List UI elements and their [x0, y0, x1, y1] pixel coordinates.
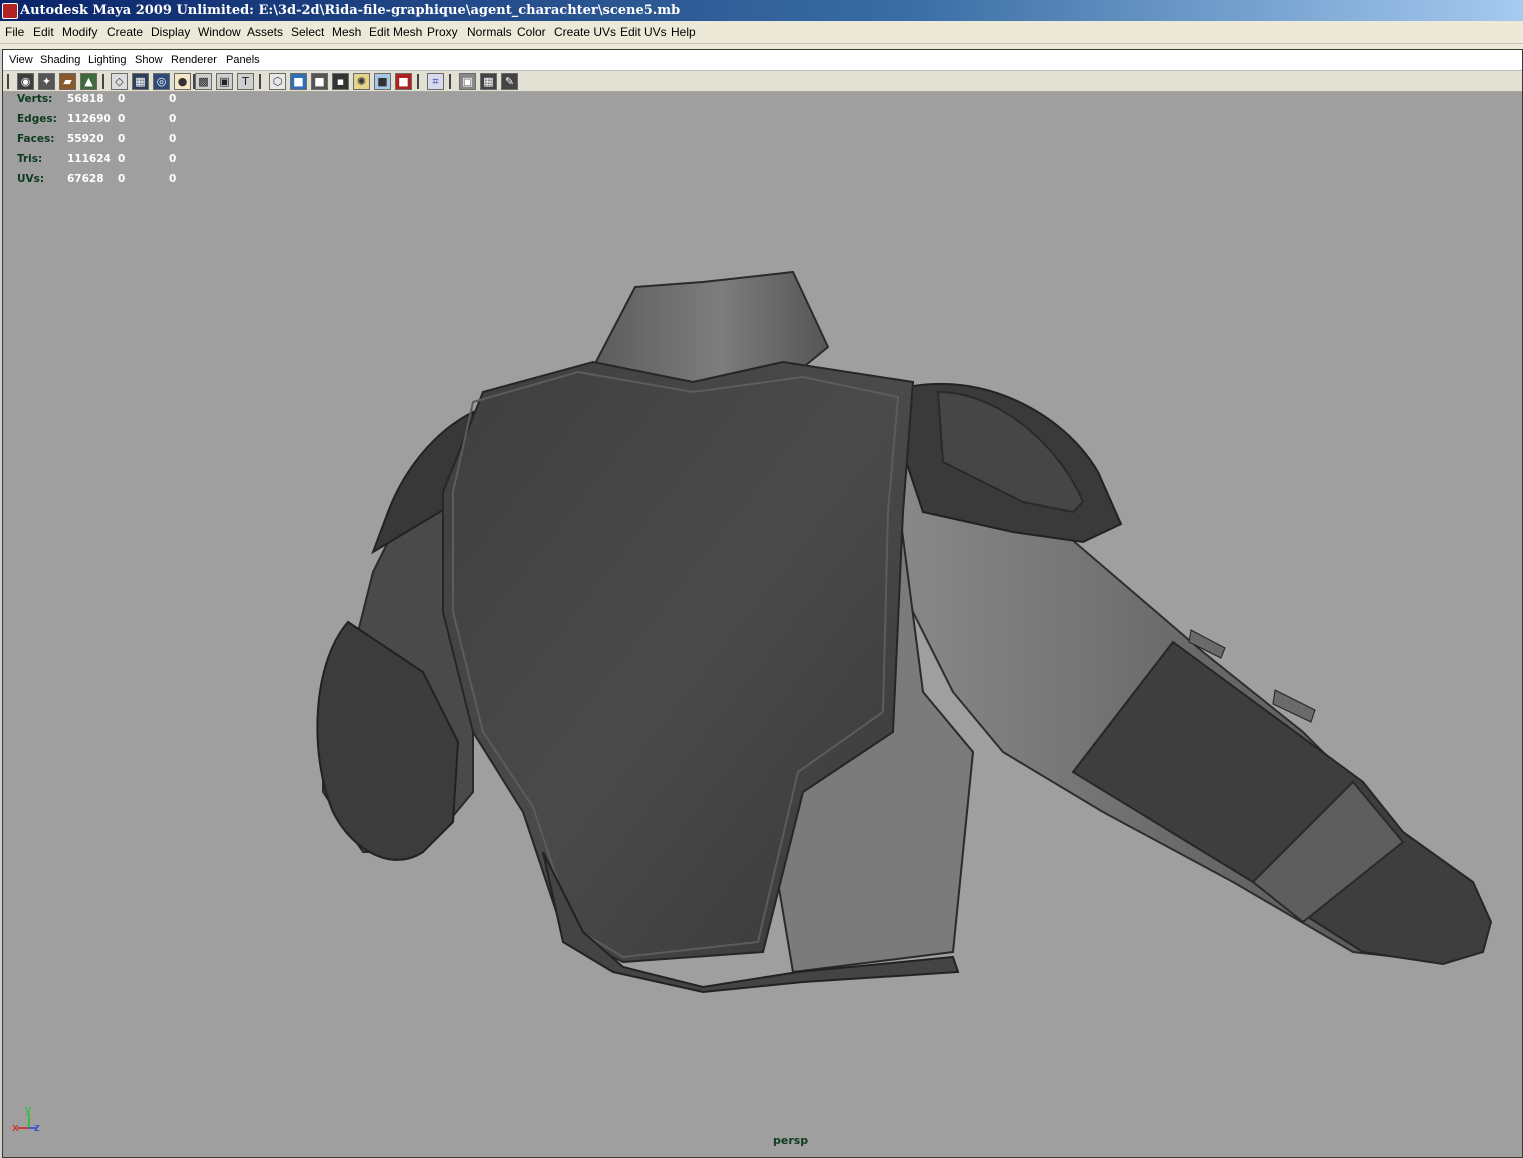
- forearm-guard: [1071, 640, 1493, 966]
- isolate-select-icon[interactable]: ⌗: [427, 73, 444, 90]
- frame-all-icon[interactable]: ▣: [459, 73, 476, 90]
- textured-icon[interactable]: ■: [395, 73, 412, 90]
- menu-window[interactable]: Window: [197, 21, 242, 43]
- bounding-box-icon[interactable]: ▪: [332, 73, 349, 90]
- menu-edit[interactable]: Edit: [32, 21, 55, 43]
- film-gate-icon[interactable]: ▦: [132, 73, 149, 90]
- main-menu-bar: File Edit Modify Create Display Window A…: [0, 21, 1523, 44]
- persp-panel: View Shading Lighting Show Renderer Pane…: [2, 49, 1523, 1158]
- gate-mask-icon[interactable]: ●: [174, 73, 191, 90]
- panel-toolbar: ◉ ✦ ▰ ▲ ◇ ▦ ◎ ● ▩ ▣ T ⬡ ■ ■ ▪ ✺ ■ ■ ⌗ ▣ …: [3, 71, 1522, 92]
- menu-normals[interactable]: Normals: [466, 21, 513, 43]
- panel-menu-bar: View Shading Lighting Show Renderer Pane…: [3, 50, 1522, 71]
- lights-icon[interactable]: ✺: [353, 73, 370, 90]
- panel-menu-renderer[interactable]: Renderer: [171, 50, 217, 70]
- menu-file[interactable]: File: [4, 21, 25, 43]
- safe-title-icon[interactable]: T: [237, 73, 254, 90]
- menu-assets[interactable]: Assets: [246, 21, 284, 43]
- armor-jacket-model[interactable]: [3, 92, 1522, 1157]
- title-bar: Autodesk Maya 2009 Unlimited: E:\3d-2d\R…: [0, 0, 1523, 21]
- xray-joints-icon[interactable]: ✎: [501, 73, 518, 90]
- smooth-shade-icon[interactable]: ■: [290, 73, 307, 90]
- menu-create[interactable]: Create: [106, 21, 144, 43]
- xray-icon[interactable]: ■: [374, 73, 391, 90]
- menu-edit-mesh[interactable]: Edit Mesh: [368, 21, 423, 43]
- view-axis-indicator: x y z: [9, 1102, 49, 1142]
- grid-icon[interactable]: ◇: [111, 73, 128, 90]
- toolbar-separator: [102, 74, 104, 89]
- menu-edit-uvs[interactable]: Edit UVs: [619, 21, 668, 43]
- image-plane-icon[interactable]: ▲: [80, 73, 97, 90]
- menu-display[interactable]: Display: [150, 21, 191, 43]
- axis-y-label: y: [25, 1103, 32, 1116]
- panel-menu-shading[interactable]: Shading: [40, 50, 80, 70]
- toolbar-separator: [449, 74, 451, 89]
- axis-z-label: z: [34, 1121, 40, 1134]
- panel-menu-view[interactable]: View: [9, 50, 33, 70]
- resolution-gate-icon[interactable]: ◎: [153, 73, 170, 90]
- menu-mesh[interactable]: Mesh: [331, 21, 362, 43]
- field-chart-icon[interactable]: ▩: [195, 73, 212, 90]
- safe-action-icon[interactable]: ▣: [216, 73, 233, 90]
- window-title: Autodesk Maya 2009 Unlimited: E:\3d-2d\R…: [20, 3, 681, 18]
- camera-name-label: persp: [773, 1134, 809, 1147]
- panel-menu-panels[interactable]: Panels: [226, 50, 260, 70]
- toolbar-separator: [417, 74, 419, 89]
- panel-menu-show[interactable]: Show: [135, 50, 163, 70]
- menu-color[interactable]: Color: [516, 21, 547, 43]
- toolbar-separator: [7, 74, 9, 89]
- menu-create-uvs[interactable]: Create UVs: [553, 21, 617, 43]
- panel-menu-lighting[interactable]: Lighting: [88, 50, 127, 70]
- wireframe-icon[interactable]: ⬡: [269, 73, 286, 90]
- select-camera-icon[interactable]: ◉: [17, 73, 34, 90]
- menu-proxy[interactable]: Proxy: [426, 21, 459, 43]
- viewport-persp[interactable]: Verts: 56818 0 0 Edges: 112690 0 0 Faces…: [3, 92, 1522, 1157]
- maya-app-icon[interactable]: [2, 3, 18, 19]
- axis-x-label: x: [12, 1121, 19, 1134]
- toolbar-separator: [259, 74, 261, 89]
- menu-select[interactable]: Select: [290, 21, 325, 43]
- bookmark-icon[interactable]: ▰: [59, 73, 76, 90]
- menu-help[interactable]: Help: [670, 21, 697, 43]
- menu-modify[interactable]: Modify: [61, 21, 98, 43]
- camera-attributes-icon[interactable]: ✦: [38, 73, 55, 90]
- flat-shade-icon[interactable]: ■: [311, 73, 328, 90]
- frame-selection-icon[interactable]: ▦: [480, 73, 497, 90]
